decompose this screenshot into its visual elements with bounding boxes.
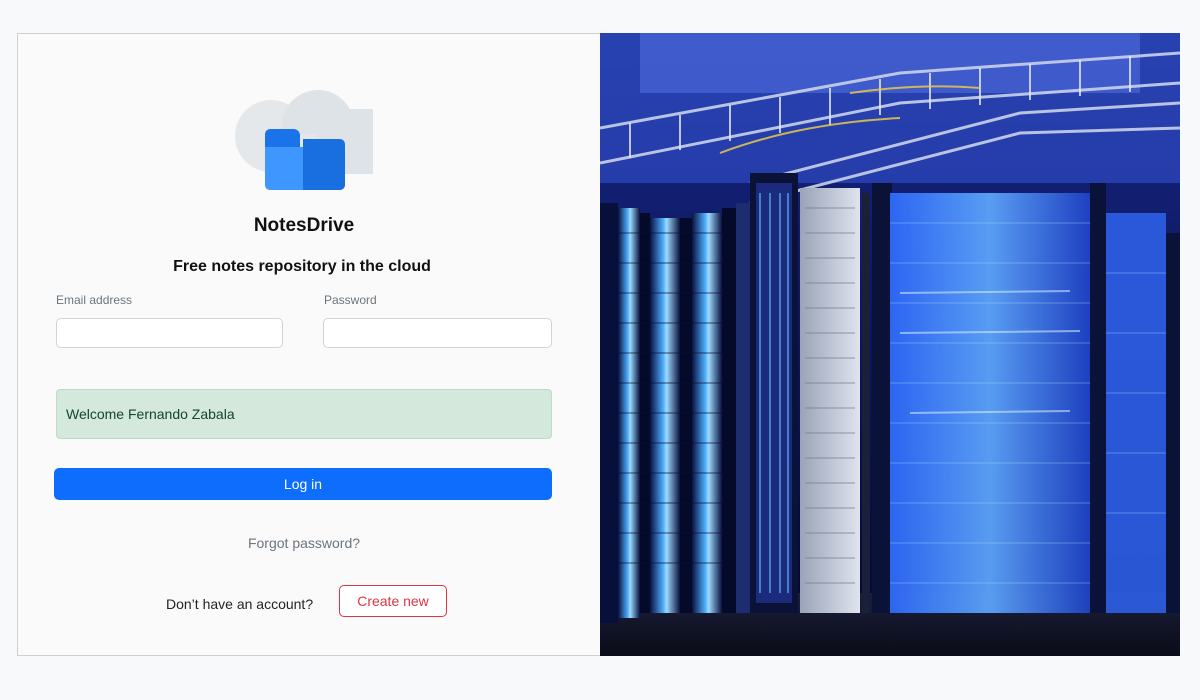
cloud-folder-icon (235, 90, 373, 190)
email-input[interactable] (56, 318, 283, 348)
no-account-text: Don’t have an account? (166, 596, 314, 612)
forgot-password-link[interactable]: Forgot password? (18, 535, 590, 551)
app-name: NotesDrive (253, 215, 355, 236)
login-button[interactable]: Log in (54, 468, 552, 500)
create-account-button[interactable]: Create new (339, 585, 447, 617)
email-label: Email address (56, 293, 133, 307)
welcome-alert: Welcome Fernando Zabala (56, 389, 552, 439)
password-label: Password (324, 293, 377, 307)
app-tagline: Free notes repository in the cloud (173, 258, 431, 275)
login-page: NotesDrive Free notes repository in the … (0, 0, 1200, 700)
password-input[interactable] (323, 318, 552, 348)
server-room-image (600, 33, 1180, 656)
login-card: NotesDrive Free notes repository in the … (17, 33, 1180, 656)
login-panel: NotesDrive Free notes repository in the … (17, 33, 600, 656)
server-room-illustration (600, 33, 1180, 656)
